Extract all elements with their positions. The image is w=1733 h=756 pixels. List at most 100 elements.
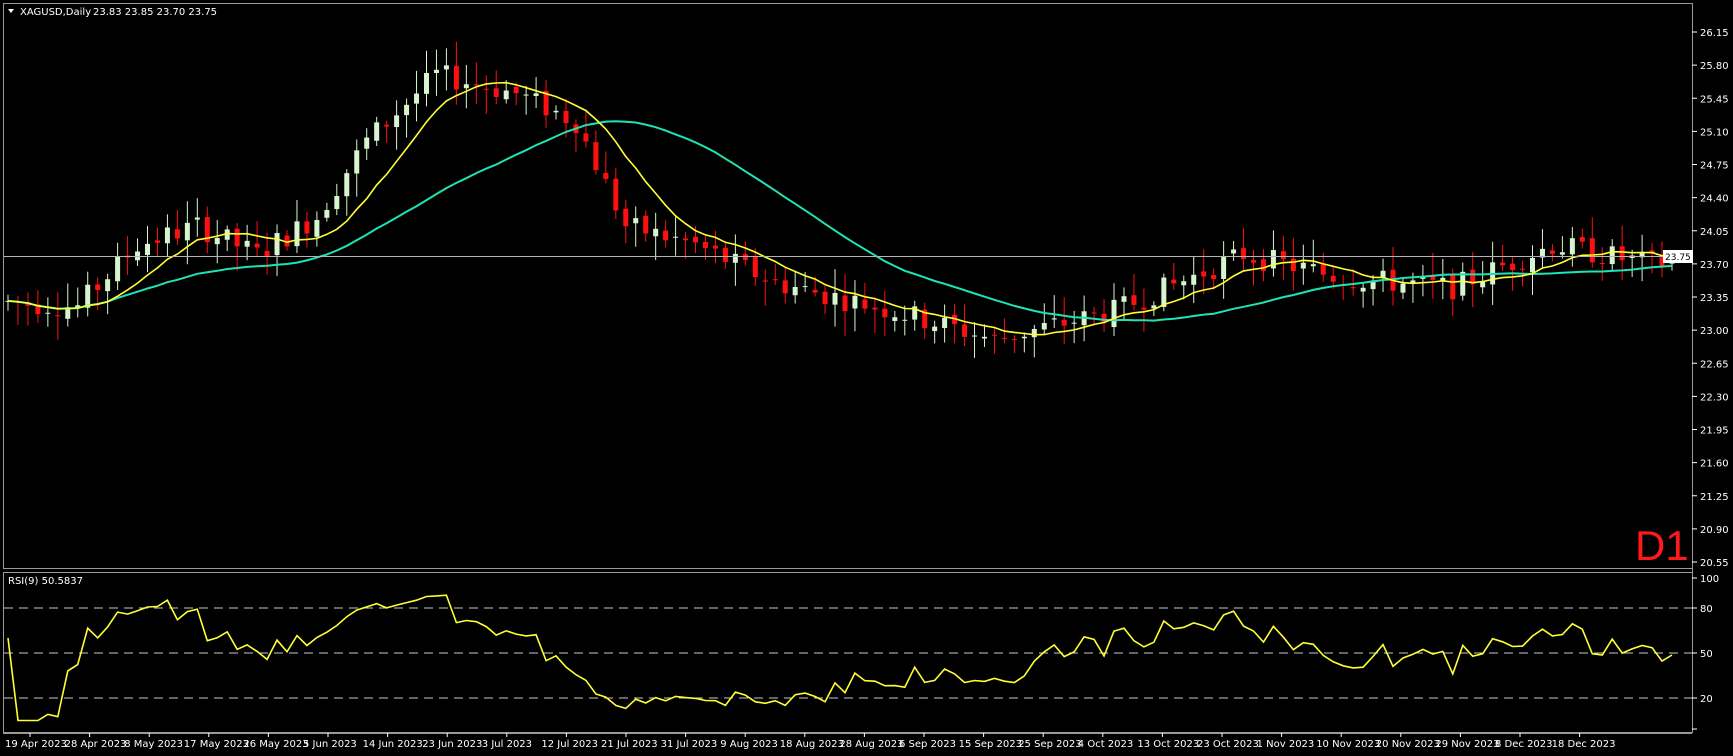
date-tick-label: 4 Oct 2023 — [1078, 739, 1133, 750]
date-tick-label: 10 Nov 2023 — [1316, 739, 1380, 750]
bear-candle-body — [1520, 268, 1526, 270]
ohlc-values: 23.83 23.85 23.70 23.75 — [93, 7, 217, 18]
bull-candle-body — [553, 110, 559, 113]
price-tick-label: 20.55 — [1700, 558, 1729, 569]
bear-candle-body — [712, 245, 718, 249]
bear-candle-body — [234, 228, 240, 247]
bear-candle-body — [513, 87, 519, 94]
bear-candle-body — [603, 172, 609, 179]
chart-canvas[interactable]: XAGUSD,Daily 23.83 23.85 23.70 23.75 26.… — [0, 0, 1733, 756]
price-tick-label: 25.10 — [1700, 127, 1729, 138]
bear-candle-body — [742, 254, 748, 260]
bull-candle-body — [334, 196, 340, 210]
bull-candle-body — [1559, 252, 1565, 255]
candlestick-series — [5, 41, 1675, 358]
bull-candle-body — [294, 221, 300, 247]
bear-candle-body — [822, 291, 828, 305]
bull-candle-body — [1161, 277, 1167, 307]
price-axis[interactable]: 26.15 25.80 25.45 25.10 24.75 24.40 24.05 23.70… — [1692, 28, 1729, 569]
price-tick-label: 23.00 — [1700, 326, 1729, 337]
bear-candle-body — [812, 289, 818, 293]
rsi-tick-label: 80 — [1700, 604, 1713, 615]
bear-candle-body — [593, 142, 599, 171]
bear-candle-body — [683, 238, 689, 241]
chart-menu-triangle-icon[interactable] — [8, 9, 14, 13]
price-tick-label: 26.15 — [1700, 28, 1729, 39]
bull-candle-body — [1400, 283, 1406, 293]
date-tick-label: 5 Jun 2023 — [303, 739, 357, 750]
rsi-tick-label: 50 — [1700, 649, 1713, 660]
bull-candle-body — [1569, 238, 1575, 255]
bull-candle-body — [523, 94, 529, 96]
bull-candle-body — [1310, 264, 1316, 267]
bull-candle-body — [832, 292, 838, 305]
price-tick-label: 22.30 — [1700, 392, 1729, 403]
bull-candle-body — [1410, 280, 1416, 283]
bull-candle-body — [274, 233, 280, 256]
bear-candle-body — [702, 241, 708, 249]
date-tick-label: 28 Apr 2023 — [65, 739, 127, 750]
bull-candle-body — [503, 90, 509, 100]
bull-candle-body — [1300, 262, 1306, 269]
date-tick-label: 26 May 2023 — [243, 739, 308, 750]
date-axis[interactable]: 19 Apr 202328 Apr 20238 May 2023 17 May 2… — [5, 733, 1615, 750]
bear-candle-body — [493, 88, 499, 97]
bull-candle-body — [852, 295, 858, 309]
bear-candle-body — [1131, 295, 1137, 305]
bear-candle-body — [693, 236, 699, 243]
main-price-panel[interactable] — [3, 3, 1693, 569]
bull-candle-body — [214, 238, 220, 245]
date-tick-label: 28 Aug 2023 — [839, 739, 903, 750]
date-tick-label: 8 Dec 2023 — [1495, 739, 1553, 750]
bear-candle-body — [1619, 246, 1625, 261]
bear-candle-body — [962, 324, 968, 337]
bear-candle-body — [483, 88, 489, 90]
bull-candle-body — [932, 326, 938, 332]
date-tick-label: 25 Sep 2023 — [1018, 739, 1081, 750]
bear-candle-body — [772, 279, 778, 281]
bull-candle-body — [135, 251, 141, 261]
price-tick-label: 21.60 — [1700, 459, 1729, 470]
date-tick-label: 13 Oct 2023 — [1137, 739, 1199, 750]
bear-candle-body — [1579, 237, 1585, 242]
date-tick-label: 15 Sep 2023 — [959, 739, 1022, 750]
trading-chart-window[interactable]: XAGUSD,Daily 23.83 23.85 23.70 23.75 26.… — [0, 0, 1733, 756]
bear-candle-body — [1589, 238, 1595, 263]
price-tick-label: 24.40 — [1700, 194, 1729, 205]
rsi-tick-label: 100 — [1700, 574, 1719, 585]
bear-candle-body — [304, 221, 310, 234]
bear-candle-body — [1330, 275, 1336, 282]
bear-candle-body — [264, 251, 270, 257]
bull-candle-body — [115, 256, 121, 282]
bear-candle-body — [174, 229, 180, 239]
bear-candle-body — [1241, 248, 1247, 260]
bull-candle-body — [144, 243, 150, 255]
bull-candle-body — [463, 84, 469, 89]
bear-candle-body — [1141, 307, 1147, 310]
bull-candle-body — [244, 240, 250, 247]
date-tick-label: 29 Nov 2023 — [1435, 739, 1499, 750]
bull-candle-body — [164, 227, 170, 244]
bear-candle-body — [752, 257, 758, 278]
bear-candle-body — [1251, 260, 1257, 263]
bear-candle-body — [563, 110, 569, 124]
date-tick-label: 14 Jun 2023 — [363, 739, 423, 750]
bear-candle-body — [473, 84, 479, 86]
bull-candle-body — [433, 69, 439, 74]
bear-candle-body — [1320, 264, 1326, 275]
bear-candle-body — [882, 308, 888, 318]
price-tick-label: 21.95 — [1700, 426, 1729, 437]
bull-candle-body — [1360, 287, 1366, 292]
date-tick-label: 8 May 2023 — [124, 739, 183, 750]
current-price-label: 23.75 — [1665, 253, 1691, 263]
bear-candle-body — [643, 215, 649, 234]
bull-candle-body — [1041, 323, 1047, 330]
date-tick-label: 6 Sep 2023 — [899, 739, 956, 750]
date-tick-label: 18 Dec 2023 — [1552, 739, 1616, 750]
bear-candle-body — [254, 243, 260, 248]
price-tick-label: 22.65 — [1700, 359, 1729, 370]
bear-candle-body — [663, 230, 669, 241]
bear-candle-body — [722, 247, 728, 262]
bear-candle-body — [762, 280, 768, 282]
bull-candle-body — [414, 93, 420, 104]
